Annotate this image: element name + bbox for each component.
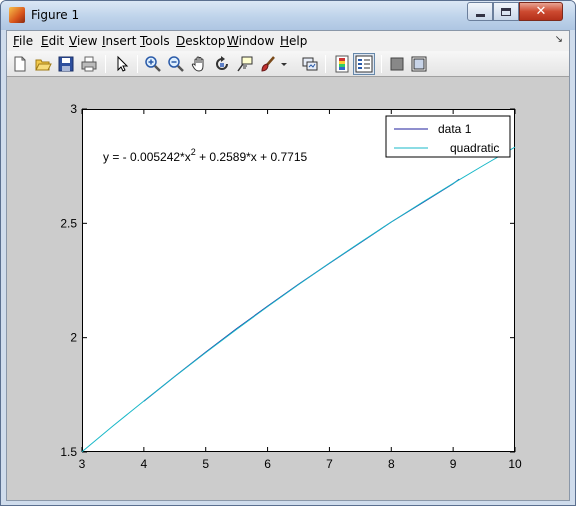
legend[interactable]: data 1 quadratic [385,115,511,158]
fit-equation-annotation: y = - 0.005242*x2 + 0.2589*x + 0.7715 [103,147,308,164]
legend-label-data1: data 1 [438,122,472,136]
y-tick-label: 1.5 [60,445,77,459]
legend-label-quadratic: quadratic [450,141,499,155]
y-tick-label: 3 [70,102,77,116]
x-tick-label: 5 [202,457,209,471]
series-line-data1[interactable] [143,178,460,402]
x-tick-label: 6 [264,457,271,471]
series-line-quadratic[interactable] [81,146,516,453]
x-tick-label: 7 [326,457,333,471]
x-tick-label: 9 [450,457,457,471]
x-tick-label: 10 [508,457,522,471]
x-tick-label: 8 [388,457,395,471]
x-tick-label: 3 [79,457,86,471]
y-tick-label: 2.5 [60,216,77,230]
y-tick-label: 2 [70,331,77,345]
x-tick-label: 4 [141,457,148,471]
chart-svg: 3 4 5 6 7 8 9 10 1.5 2 2.5 3 y = - 0.005242*x2 + 0… [60,102,522,471]
